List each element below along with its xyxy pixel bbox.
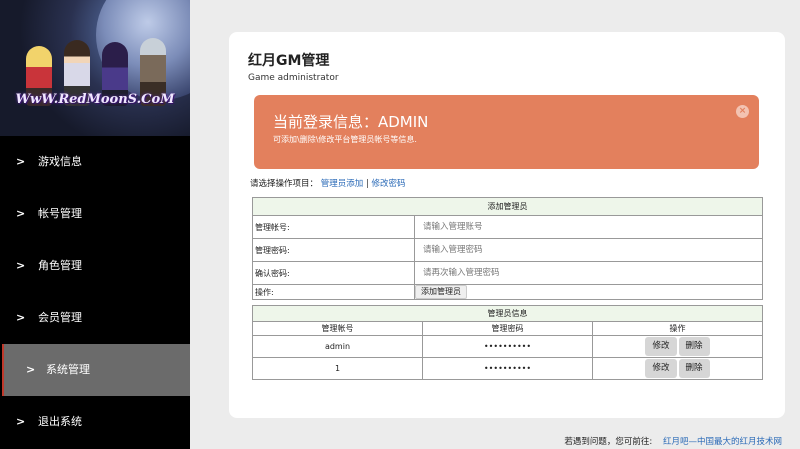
chevron-right-icon: > xyxy=(26,363,36,376)
password-cell: •••••••••• xyxy=(422,357,593,380)
footer: 若遇到问题，您可前往: 红月吧—中国最大的红月技术网 xyxy=(564,435,782,447)
chevron-right-icon: > xyxy=(16,259,26,272)
sidebar-item-label: 帐号管理 xyxy=(38,207,82,220)
sidebar-menu: > 游戏信息 > 帐号管理 > 角色管理 > 会员管理 > 系统管理 > 退出系统 xyxy=(0,136,190,448)
alert-heading: 当前登录信息：ADMIN xyxy=(273,113,429,131)
column-header: 操作 xyxy=(592,321,763,336)
action-label: 操作: xyxy=(252,284,415,300)
footer-text: 若遇到问题，您可前往: xyxy=(564,437,653,447)
edit-button[interactable]: 修改 xyxy=(645,359,677,378)
column-header: 管理帐号 xyxy=(252,321,423,336)
change-password-link[interactable]: 修改密码 xyxy=(372,179,406,189)
chevron-right-icon: > xyxy=(16,415,26,428)
password-input[interactable] xyxy=(415,239,762,261)
operation-selector: 请选择操作项目： 管理员添加 | 修改密码 xyxy=(250,177,406,189)
form-header: 添加管理员 xyxy=(252,197,763,216)
banner-image: WwW.RedMoonS.CoM xyxy=(0,0,190,136)
account-label: 管理帐号: xyxy=(252,215,415,239)
confirm-password-label: 确认密码: xyxy=(252,261,415,285)
sidebar-item-game-info[interactable]: > 游戏信息 xyxy=(0,136,190,188)
sidebar-item-label: 角色管理 xyxy=(38,259,82,272)
sidebar-item-label: 游戏信息 xyxy=(38,155,82,168)
chevron-right-icon: > xyxy=(16,207,26,220)
admin-table: 管理员信息 管理帐号 管理密码 操作 admin •••••••••• 修改 删除… xyxy=(252,305,763,380)
add-admin-button[interactable]: 添加管理员 xyxy=(415,285,467,299)
sidebar-item-character[interactable]: > 角色管理 xyxy=(0,240,190,292)
delete-button[interactable]: 删除 xyxy=(678,359,710,378)
sidebar: WwW.RedMoonS.CoM > 游戏信息 > 帐号管理 > 角色管理 > 会员管理… xyxy=(0,0,190,449)
account-input[interactable] xyxy=(415,216,762,238)
sidebar-item-label: 系统管理 xyxy=(46,363,90,376)
table-row: 1 •••••••••• 修改 删除 xyxy=(252,357,763,380)
alert-text: 可添加\删除\修改平台管理员帐号等信息. xyxy=(273,135,417,144)
account-cell: 1 xyxy=(252,357,423,380)
password-label: 管理密码: xyxy=(252,238,415,262)
footer-link[interactable]: 红月吧—中国最大的红月技术网 xyxy=(663,437,782,447)
add-admin-link[interactable]: 管理员添加 xyxy=(321,179,364,189)
password-cell: •••••••••• xyxy=(422,335,593,358)
sidebar-item-member[interactable]: > 会员管理 xyxy=(0,292,190,344)
column-header: 管理密码 xyxy=(422,321,593,336)
page-subtitle: Game administrator xyxy=(248,73,339,83)
main-card: 红月GM管理 Game administrator 当前登录信息：ADMIN 可… xyxy=(229,32,785,418)
operation-prompt: 请选择操作项目： xyxy=(250,179,319,189)
chevron-right-icon: > xyxy=(16,311,26,324)
delete-button[interactable]: 删除 xyxy=(678,337,710,356)
sidebar-item-logout[interactable]: > 退出系统 xyxy=(0,396,190,448)
table-header: 管理员信息 xyxy=(252,305,763,322)
table-row: admin •••••••••• 修改 删除 xyxy=(252,335,763,358)
site-logo: WwW.RedMoonS.CoM xyxy=(15,92,175,107)
confirm-password-input[interactable] xyxy=(415,262,762,284)
sidebar-item-label: 退出系统 xyxy=(38,415,82,428)
add-admin-form: 添加管理员 管理帐号: 管理密码: 确认密码: 操作: 添加管理员 xyxy=(252,197,763,300)
account-cell: admin xyxy=(252,335,423,358)
sidebar-item-label: 会员管理 xyxy=(38,311,82,324)
sidebar-item-system[interactable]: > 系统管理 xyxy=(2,344,190,396)
edit-button[interactable]: 修改 xyxy=(645,337,677,356)
login-info-alert: 当前登录信息：ADMIN 可添加\删除\修改平台管理员帐号等信息. × xyxy=(254,95,759,169)
link-separator: | xyxy=(365,179,369,189)
page-title: 红月GM管理 xyxy=(248,53,330,69)
sidebar-item-account[interactable]: > 帐号管理 xyxy=(0,188,190,240)
chevron-right-icon: > xyxy=(16,155,26,168)
close-icon[interactable]: × xyxy=(736,105,749,118)
